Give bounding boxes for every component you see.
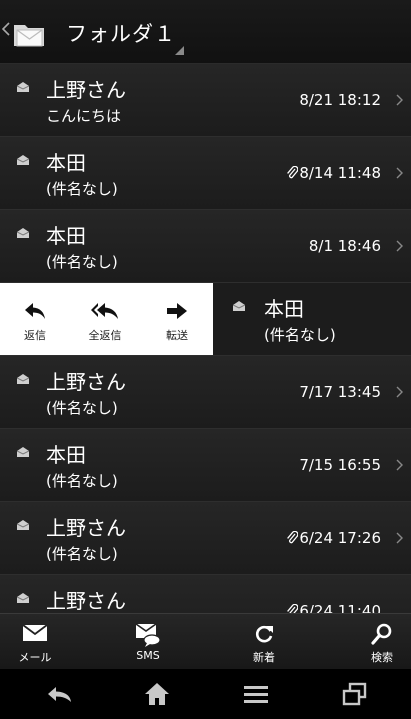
chevron-right-icon: [396, 167, 403, 179]
nav-back-button[interactable]: [29, 669, 89, 719]
nav-recent-apps-button[interactable]: [325, 669, 385, 719]
attachment-icon: [287, 531, 299, 544]
message-time: 6/24 17:26: [286, 529, 381, 547]
refresh-icon: [255, 625, 273, 643]
message-subject: (件名なし): [46, 253, 118, 271]
home-icon: [145, 683, 169, 705]
page-title[interactable]: フォルダ１: [66, 18, 176, 48]
message-row[interactable]: 本田 (件名なし) 7/15 16:55: [0, 429, 411, 502]
mail-folder-icon[interactable]: [12, 16, 46, 50]
back-chevron-icon[interactable]: [2, 22, 10, 36]
envelope-opened-icon: [17, 374, 29, 384]
mail-icon: [22, 624, 48, 641]
swipe-action-panel: 返信 全返信 転送: [0, 283, 213, 355]
message-time: 7/15 16:55: [299, 456, 381, 474]
search-button[interactable]: 検索: [347, 614, 411, 670]
message-subject: (件名なし): [46, 472, 118, 490]
reply-all-button[interactable]: 全返信: [70, 283, 140, 355]
forward-button[interactable]: 転送: [142, 283, 212, 355]
message-row[interactable]: 上野さん 6/24 11:40: [0, 575, 411, 613]
chevron-right-icon: [396, 240, 403, 252]
chevron-right-icon: [396, 386, 403, 398]
recent-apps-icon: [342, 682, 367, 706]
refresh-button[interactable]: 新着: [229, 614, 299, 670]
chevron-right-icon: [396, 459, 403, 471]
attachment-icon: [287, 604, 299, 613]
message-subject: (件名なし): [264, 326, 336, 344]
message-time: 8/14 11:48: [286, 164, 381, 182]
sms-tab-button[interactable]: SMS: [113, 614, 183, 670]
reply-all-icon: [91, 303, 118, 319]
menu-icon: [244, 686, 268, 703]
envelope-opened-icon: [233, 301, 245, 311]
message-subject: (件名なし): [46, 180, 118, 198]
forward-arrow-icon: [167, 303, 187, 319]
reply-icon: [25, 303, 45, 319]
app-header: フォルダ１: [0, 0, 411, 64]
message-row[interactable]: 上野さん (件名なし) 7/17 13:45: [0, 356, 411, 429]
message-sender: 本田: [46, 224, 86, 248]
attachment-icon: [287, 166, 299, 179]
mail-tab-button[interactable]: メール: [0, 614, 70, 670]
system-nav-bar: [0, 669, 411, 719]
message-sender: 上野さん: [46, 589, 126, 613]
message-sender: 上野さん: [46, 78, 126, 102]
search-icon: [371, 623, 392, 645]
envelope-icon: [17, 155, 29, 165]
message-time: 8/1 18:46: [308, 237, 381, 255]
envelope-icon: [17, 228, 29, 238]
message-subject: (件名なし): [46, 399, 118, 417]
message-sender: 上野さん: [46, 370, 126, 394]
message-row-swiped[interactable]: 返信 全返信 転送 本田 (件名なし): [0, 283, 411, 356]
envelope-opened-icon: [17, 82, 29, 92]
message-subject: こんにちは: [46, 107, 122, 125]
envelope-icon: [17, 520, 29, 530]
envelope-icon: [17, 593, 29, 603]
sms-icon: [135, 623, 161, 647]
reply-button[interactable]: 返信: [0, 283, 70, 355]
message-row[interactable]: 上野さん こんにちは 8/21 18:12: [0, 64, 411, 137]
message-sender: 本田: [46, 151, 86, 175]
back-arrow-icon: [48, 687, 71, 702]
message-row[interactable]: 上野さん (件名なし) 6/24 17:26: [0, 502, 411, 575]
chevron-right-icon: [396, 94, 403, 106]
nav-menu-button[interactable]: [226, 669, 286, 719]
message-time: 8/21 18:12: [299, 91, 381, 109]
chevron-right-icon: [396, 532, 403, 544]
message-sender: 本田: [264, 297, 304, 321]
message-time: 6/24 11:40: [286, 602, 381, 613]
nav-home-button[interactable]: [127, 669, 187, 719]
message-row[interactable]: 本田 (件名なし) 8/14 11:48: [0, 137, 411, 210]
message-list[interactable]: 上野さん こんにちは 8/21 18:12 本田 (件名なし) 8/14 11:…: [0, 64, 411, 613]
message-sender: 本田: [46, 443, 86, 467]
message-row[interactable]: 本田 (件名なし) 8/1 18:46: [0, 210, 411, 283]
message-subject: (件名なし): [46, 545, 118, 563]
message-time: 7/17 13:45: [299, 383, 381, 401]
message-sender: 上野さん: [46, 516, 126, 540]
dropdown-corner-icon: [175, 46, 184, 55]
envelope-icon: [17, 447, 29, 457]
bottom-toolbar: メール SMS 新着 検索: [0, 613, 411, 669]
